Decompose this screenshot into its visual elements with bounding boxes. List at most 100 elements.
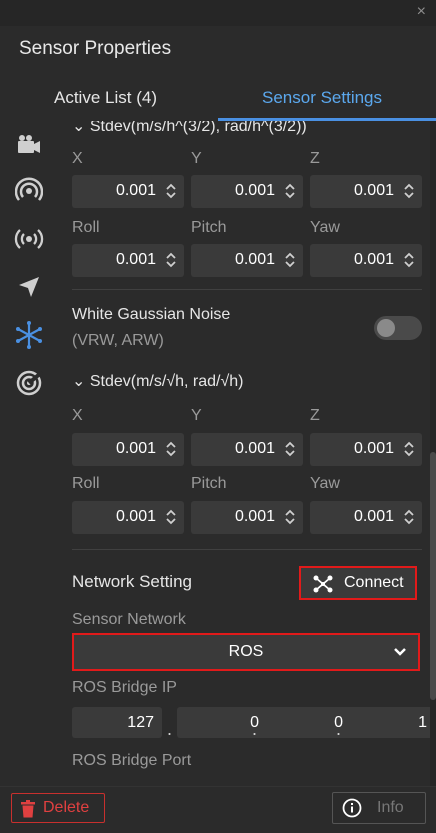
number-input-value: 0.001 (353, 182, 394, 199)
close-icon[interactable]: × (417, 4, 426, 20)
section-divider (72, 549, 422, 550)
spinner-icon[interactable] (403, 250, 415, 270)
number-input-z[interactable]: 0.001 (310, 175, 422, 208)
trash-icon (21, 800, 35, 818)
settings-content[interactable]: ⌄ Stdev(m/s/h^(3/2), rad/h^(3/2)) X Y Z … (56, 121, 430, 786)
target-icon[interactable] (13, 367, 45, 399)
panel-title: Sensor Properties (19, 38, 172, 59)
broadcast-icon[interactable] (13, 223, 45, 255)
network-nodes-icon (313, 575, 333, 593)
field-label-pitch: Pitch (191, 219, 227, 236)
field-label-x: X (72, 407, 83, 424)
ip-separator: . (252, 719, 258, 739)
number-input-value: 0.001 (353, 251, 394, 268)
number-input-value: 0.001 (234, 182, 275, 199)
spinner-icon[interactable] (284, 439, 296, 459)
toggle-knob (377, 319, 395, 337)
spinner-icon[interactable] (165, 507, 177, 527)
field-label-y: Y (191, 407, 202, 424)
spinner-icon[interactable] (403, 181, 415, 201)
section-divider (72, 289, 422, 290)
ip-octet-value: 1 (418, 714, 427, 731)
number-input-value: 0.001 (115, 508, 156, 525)
number-input-yaw[interactable]: 0.001 (310, 244, 422, 277)
white-noise-subtitle: (VRW, ARW) (72, 332, 164, 349)
spinner-icon[interactable] (403, 439, 415, 459)
info-icon (342, 798, 362, 818)
number-input-pitch[interactable]: 0.001 (191, 501, 303, 534)
number-input-value: 0.001 (353, 508, 394, 525)
radar-icon[interactable] (13, 175, 45, 207)
title-bar: × (0, 0, 436, 26)
field-label-x: X (72, 150, 83, 167)
spinner-icon[interactable] (165, 250, 177, 270)
field-label-roll: Roll (72, 475, 100, 492)
field-label-yaw: Yaw (310, 219, 340, 236)
network-setting-title: Network Setting (72, 572, 192, 591)
number-input-value: 0.001 (115, 182, 156, 199)
number-input-value: 0.001 (234, 251, 275, 268)
spinner-icon[interactable] (165, 181, 177, 201)
number-input-pitch[interactable]: 0.001 (191, 244, 303, 277)
tab-active-list-label: Active List (54, 88, 132, 107)
footer-bar: Delete Info (0, 786, 436, 833)
spinner-icon[interactable] (284, 181, 296, 201)
number-input-value: 0.001 (234, 440, 275, 457)
chevron-down-icon: ⌄ (72, 121, 86, 135)
field-label-yaw: Yaw (310, 475, 340, 492)
number-input-z[interactable]: 0.001 (310, 433, 422, 466)
chevron-down-icon (394, 648, 406, 656)
sensor-network-select[interactable]: ROS (72, 633, 420, 671)
number-input-roll[interactable]: 0.001 (72, 501, 184, 534)
sensor-network-value: ROS (228, 643, 264, 660)
spinner-icon[interactable] (403, 507, 415, 527)
spinner-icon[interactable] (284, 507, 296, 527)
camera-icon[interactable] (13, 129, 45, 161)
tab-active-list[interactable]: Active List (4) (54, 88, 157, 108)
ip-octet-4-input[interactable]: 1 (345, 707, 430, 738)
sensor-type-sidebar (0, 121, 56, 786)
ros-bridge-port-label: ROS Bridge Port (72, 752, 192, 769)
stdev-section-2-header[interactable]: ⌄ Stdev(m/s/√h, rad/√h) (72, 371, 243, 391)
number-input-value: 0.001 (115, 440, 156, 457)
field-label-z: Z (310, 150, 320, 167)
navigation-arrow-icon[interactable] (13, 271, 45, 303)
ip-octet-1-input[interactable]: 127 (72, 707, 162, 738)
spinner-icon[interactable] (165, 439, 177, 459)
number-input-roll[interactable]: 0.001 (72, 244, 184, 277)
ip-octet-value: 127 (127, 714, 154, 731)
stdev-section-2-label: Stdev(m/s/√h, rad/√h) (89, 373, 244, 390)
imu-icon[interactable] (13, 319, 45, 351)
number-input-y[interactable]: 0.001 (191, 175, 303, 208)
ip-separator: . (336, 719, 342, 739)
number-input-value: 0.001 (353, 440, 394, 457)
connect-button[interactable]: Connect (299, 566, 417, 600)
scrollbar-thumb[interactable] (430, 452, 436, 700)
number-input-x[interactable]: 0.001 (72, 433, 184, 466)
tab-active-list-count: (4) (136, 88, 157, 107)
info-button-label: Info (377, 799, 404, 816)
stdev-section-1-label: Stdev(m/s/h^(3/2), rad/h^(3/2)) (89, 121, 307, 135)
delete-button[interactable]: Delete (11, 793, 105, 823)
stdev-section-1-header[interactable]: ⌄ Stdev(m/s/h^(3/2), rad/h^(3/2)) (72, 121, 307, 136)
number-input-x[interactable]: 0.001 (72, 175, 184, 208)
number-input-y[interactable]: 0.001 (191, 433, 303, 466)
field-label-z: Z (310, 407, 320, 424)
chevron-down-icon: ⌄ (72, 373, 86, 390)
ip-separator: . (167, 719, 173, 739)
field-label-y: Y (191, 150, 202, 167)
spinner-icon[interactable] (284, 250, 296, 270)
sensor-network-label: Sensor Network (72, 611, 186, 628)
number-input-value: 0.001 (115, 251, 156, 268)
delete-button-label: Delete (43, 799, 90, 816)
number-input-yaw[interactable]: 0.001 (310, 501, 422, 534)
tab-bar: Active List (4) Sensor Settings (0, 80, 436, 118)
field-label-roll: Roll (72, 219, 100, 236)
tab-sensor-settings[interactable]: Sensor Settings (262, 88, 382, 108)
connect-button-label: Connect (344, 574, 404, 591)
field-label-pitch: Pitch (191, 475, 227, 492)
info-button[interactable]: Info (332, 792, 426, 824)
number-input-value: 0.001 (234, 508, 275, 525)
ros-bridge-ip-label: ROS Bridge IP (72, 679, 177, 696)
white-noise-toggle[interactable] (374, 316, 422, 340)
